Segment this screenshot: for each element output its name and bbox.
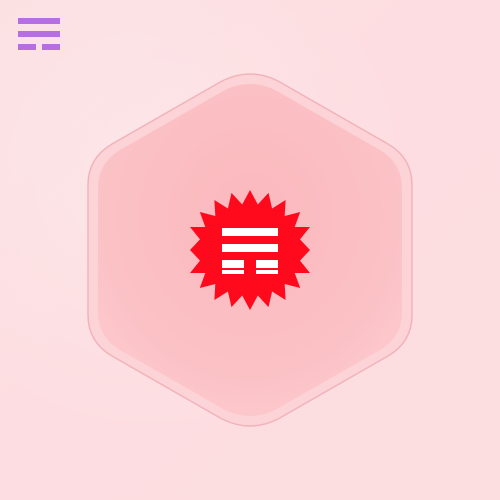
hexagram-menu-icon bbox=[18, 18, 60, 50]
app-canvas: { "app": { "menu_icon": "hexagram-menu-i… bbox=[0, 0, 500, 500]
menu-button[interactable] bbox=[18, 18, 60, 50]
badge-button[interactable] bbox=[190, 190, 310, 310]
starburst-badge bbox=[190, 190, 310, 310]
